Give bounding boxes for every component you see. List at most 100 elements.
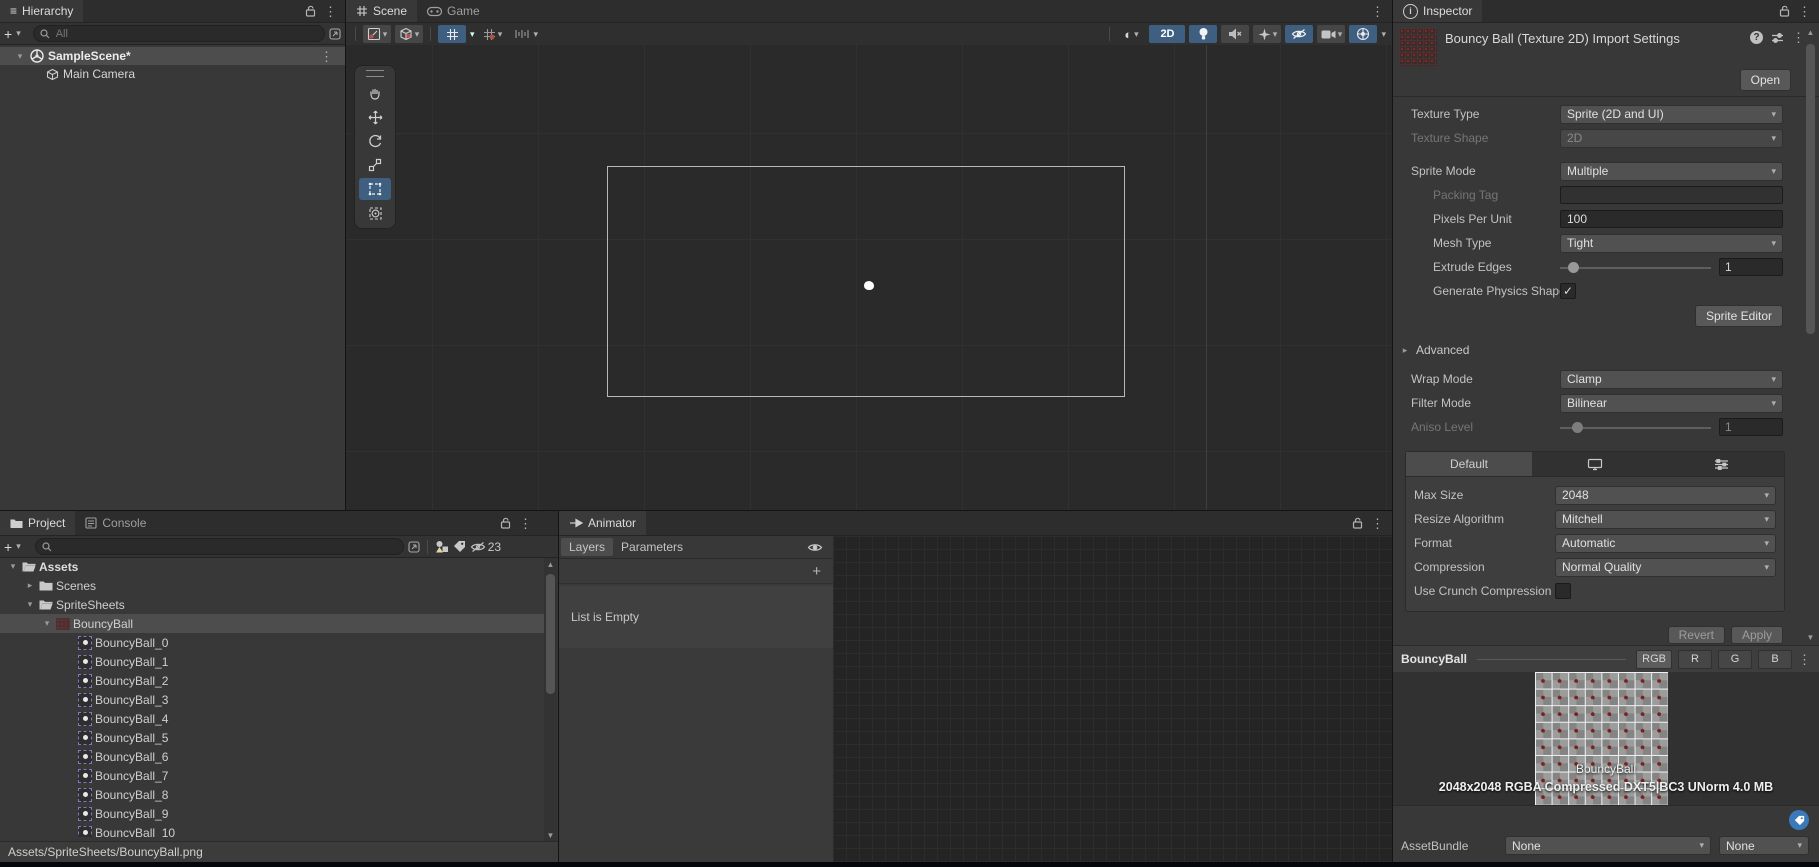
- scene-menu-icon[interactable]: ⋮: [1371, 5, 1384, 18]
- scroll-up-icon[interactable]: ▲: [1804, 28, 1817, 37]
- sprite-editor-button[interactable]: Sprite Editor: [1695, 305, 1783, 327]
- channel-rgb-button[interactable]: RGB: [1636, 650, 1672, 669]
- tree-item-sprite[interactable]: BouncyBall_5: [0, 728, 544, 747]
- scene-visibility-toggle[interactable]: [1285, 25, 1313, 43]
- tab-scene[interactable]: Scene: [346, 0, 417, 22]
- platform-tab-standalone[interactable]: [1532, 452, 1658, 476]
- foldout-open-icon[interactable]: ▾: [41, 618, 53, 629]
- project-search[interactable]: [35, 538, 404, 555]
- hierarchy-item-samplescene[interactable]: ▾ SampleScene* ⋮: [0, 47, 345, 65]
- packing-tag-input[interactable]: [1560, 186, 1783, 204]
- sprite-mode-dropdown[interactable]: Multiple▾: [1560, 162, 1783, 181]
- scroll-down-icon[interactable]: ▼: [1804, 633, 1817, 642]
- tree-item-sprite[interactable]: BouncyBall_3: [0, 690, 544, 709]
- search-by-label-icon[interactable]: [453, 540, 466, 553]
- foldout-open-icon[interactable]: ▾: [14, 51, 26, 62]
- search-by-type-icon[interactable]: [435, 540, 449, 553]
- tree-item-sprite[interactable]: BouncyBall_6: [0, 747, 544, 766]
- scene-menu-icon[interactable]: ⋮: [320, 50, 333, 63]
- tab-hierarchy[interactable]: ≡ Hierarchy: [0, 0, 83, 22]
- tool-scale[interactable]: [359, 154, 391, 176]
- render-mode-button[interactable]: ◐ ▾: [1117, 25, 1145, 43]
- eye-icon[interactable]: [807, 542, 823, 553]
- create-button[interactable]: +: [4, 26, 12, 42]
- help-icon[interactable]: ?: [1750, 31, 1763, 44]
- asset-bundle-dropdown[interactable]: None▾: [1505, 836, 1711, 855]
- wrap-mode-dropdown[interactable]: Clamp▾: [1560, 370, 1783, 389]
- tree-item-sprite[interactable]: BouncyBall_7: [0, 766, 544, 785]
- revert-button[interactable]: Revert: [1668, 626, 1725, 644]
- format-dropdown[interactable]: Automatic▾: [1555, 534, 1776, 553]
- create-caret-icon[interactable]: ▾: [16, 29, 21, 38]
- foldout-closed-icon[interactable]: ▸: [24, 580, 36, 591]
- tool-rotate[interactable]: [359, 130, 391, 152]
- foldout-open-icon[interactable]: ▾: [7, 561, 19, 572]
- pixels-per-unit-input[interactable]: 100: [1560, 210, 1783, 228]
- handle-orientation-button[interactable]: ▾: [395, 25, 423, 43]
- tab-console[interactable]: Console: [75, 511, 156, 535]
- hidden-count-button[interactable]: 23: [470, 540, 501, 554]
- animator-menu-icon[interactable]: ⋮: [1371, 517, 1384, 530]
- snap-increment-button[interactable]: ▾: [511, 25, 542, 43]
- advanced-foldout[interactable]: ▸ Advanced: [1393, 341, 1797, 359]
- generate-physics-checkbox[interactable]: ✓: [1560, 283, 1576, 299]
- slider-knob[interactable]: [1568, 262, 1579, 273]
- grid-axis-caret-icon[interactable]: ▾: [470, 30, 475, 39]
- tree-item-sprite[interactable]: BouncyBall_8: [0, 785, 544, 804]
- sprite-object[interactable]: [864, 281, 874, 290]
- inspector-menu-icon[interactable]: ⋮: [1798, 5, 1811, 18]
- lock-icon[interactable]: [1779, 5, 1790, 17]
- grid-visibility-button[interactable]: [438, 25, 466, 43]
- animator-graph-area[interactable]: [833, 536, 1392, 867]
- preview-splitter[interactable]: [1477, 659, 1626, 660]
- scrollbar-thumb[interactable]: [1806, 44, 1815, 334]
- asset-labels-icon[interactable]: [1789, 810, 1809, 830]
- hierarchy-search-input[interactable]: [54, 27, 318, 41]
- project-search-input[interactable]: [56, 540, 397, 554]
- tree-item-sprite[interactable]: BouncyBall_10: [0, 823, 544, 837]
- tree-item-sprite[interactable]: BouncyBall_9: [0, 804, 544, 823]
- platform-tab-default[interactable]: Default: [1406, 452, 1532, 476]
- tool-move[interactable]: [359, 106, 391, 128]
- foldout-open-icon[interactable]: ▾: [24, 599, 36, 610]
- open-button[interactable]: Open: [1740, 69, 1791, 91]
- mesh-type-dropdown[interactable]: Tight▾: [1560, 234, 1783, 253]
- project-scrollbar[interactable]: ▲ ▼: [544, 558, 557, 842]
- tool-settings-button[interactable]: ▾: [363, 25, 391, 43]
- scene-viewport[interactable]: [346, 45, 1392, 510]
- palette-grip[interactable]: [366, 70, 384, 77]
- search-expand-icon[interactable]: [329, 28, 341, 40]
- add-layer-button[interactable]: +: [812, 563, 821, 580]
- resize-algorithm-dropdown[interactable]: Mitchell▾: [1555, 510, 1776, 529]
- tree-item-sprite[interactable]: BouncyBall_1: [0, 652, 544, 671]
- tree-item-bouncyball[interactable]: ▾ BouncyBall: [0, 614, 544, 633]
- tool-rect[interactable]: [359, 178, 391, 200]
- use-crunch-checkbox[interactable]: [1555, 583, 1571, 599]
- tool-transform[interactable]: [359, 202, 391, 224]
- subtab-parameters[interactable]: Parameters: [613, 538, 691, 556]
- tree-item-assets[interactable]: ▾ Assets: [0, 557, 544, 576]
- tree-item-sprite[interactable]: BouncyBall_4: [0, 709, 544, 728]
- texture-preview-area[interactable]: BouncyBall 2048x2048 RGBA Compressed DXT…: [1393, 672, 1819, 805]
- tab-project[interactable]: Project: [0, 511, 75, 535]
- apply-button[interactable]: Apply: [1731, 626, 1783, 644]
- camera-preview-button[interactable]: ▾: [1317, 25, 1345, 43]
- search-expand-icon[interactable]: [408, 541, 420, 553]
- asset-bundle-variant-dropdown[interactable]: None▾: [1719, 836, 1809, 855]
- presets-icon[interactable]: [1771, 32, 1784, 44]
- channel-r-button[interactable]: R: [1678, 650, 1712, 669]
- lock-icon[interactable]: [1352, 517, 1363, 529]
- scene-audio-toggle[interactable]: [1221, 25, 1249, 43]
- create-button[interactable]: +: [4, 539, 12, 555]
- tree-item-scenes[interactable]: ▸ Scenes: [0, 576, 544, 595]
- hierarchy-search[interactable]: [33, 25, 325, 42]
- effects-toggle[interactable]: ▾: [1253, 25, 1281, 43]
- hierarchy-menu-icon[interactable]: ⋮: [324, 5, 337, 18]
- tool-view-hand[interactable]: [359, 82, 391, 104]
- preview-menu-icon[interactable]: ⋮: [1798, 653, 1811, 666]
- scroll-up-icon[interactable]: ▲: [544, 560, 557, 569]
- max-size-dropdown[interactable]: 2048▾: [1555, 486, 1776, 505]
- tab-inspector[interactable]: i Inspector: [1393, 0, 1482, 22]
- channel-b-button[interactable]: B: [1758, 650, 1792, 669]
- gizmos-toggle[interactable]: [1349, 25, 1377, 43]
